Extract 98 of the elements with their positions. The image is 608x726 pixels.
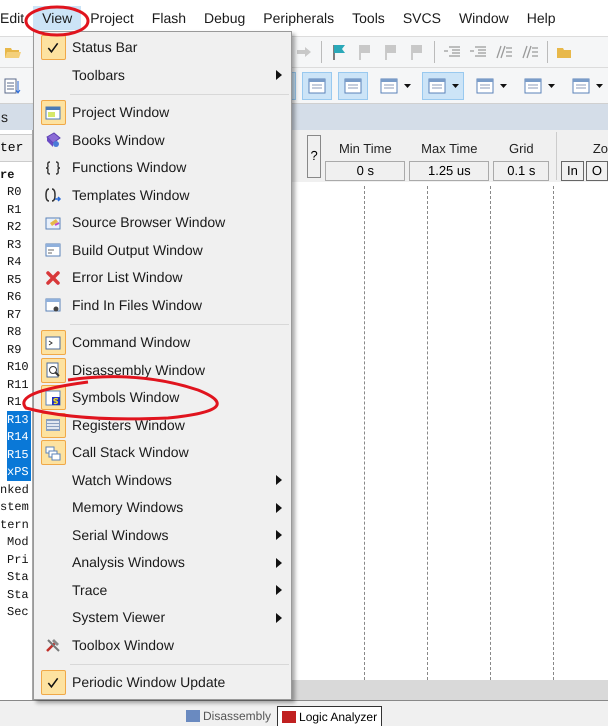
tree-item[interactable]: Sta [7,586,31,604]
submenu-arrow-icon [275,556,283,569]
check-icon [46,40,60,55]
menu-bar-item[interactable]: Window [450,6,518,30]
menu-item[interactable]: Project Window [34,99,291,126]
menu-item[interactable]: Symbols Window [34,384,291,412]
window-icon [475,76,495,94]
toolbar-button[interactable] [422,72,464,100]
menu-item[interactable]: Toolbars [34,62,291,89]
tab-icon [282,710,296,722]
tree-item[interactable]: R3 [7,236,24,254]
menu-item[interactable]: Books Window [34,126,291,154]
tree-item[interactable]: R10 [7,358,31,376]
output-window-icon [44,241,62,260]
help-button[interactable]: ? [307,134,322,178]
menu-item[interactable]: Trace [34,576,291,604]
tree-item[interactable]: R15 [7,446,31,464]
menu-bar-item[interactable]: Debug [195,6,254,30]
tree-item[interactable]: xPS [7,464,31,481]
window-icon [343,76,363,94]
find-window-icon [44,296,62,314]
field-label: Grid [509,140,534,158]
tree-item[interactable]: Sta [7,568,31,586]
window-icon [427,76,447,94]
submenu-arrow-icon [275,584,283,596]
time-field: 0 s [325,160,406,181]
window-icon [571,76,591,94]
submenu-arrow-icon [275,502,283,514]
toolbar-button[interactable] [302,72,332,100]
menu-item[interactable]: Serial Windows [34,522,291,549]
menu-item[interactable]: Toolbox Window [34,632,291,659]
panel-title: s [0,108,8,126]
zoom-label: Zo [592,140,608,158]
time-field: 1.25 us [409,160,490,181]
tree-item[interactable]: Mod [7,534,31,551]
menu-bar-item[interactable]: SVCS [394,6,450,30]
menu-bar-item[interactable]: Tools [343,6,394,30]
tab-icon [186,710,200,722]
menu-bar-item[interactable]: Help [518,6,565,30]
menu-bar-item[interactable]: Project [81,6,143,30]
menu-item[interactable]: System Viewer [34,604,291,632]
menu-item[interactable]: Call Stack Window [34,439,291,466]
toolbar-button[interactable] [338,72,368,100]
menu-item[interactable]: Registers Window [34,412,291,439]
menu-item[interactable]: Command Window [34,329,291,356]
tree-item[interactable]: re [0,166,14,184]
tree-item[interactable]: stem [0,498,29,516]
tree-item[interactable]: R2 [7,218,24,236]
menu-item[interactable]: Templates Window [34,182,291,209]
check-icon [46,676,60,690]
tab[interactable]: Logic Analyzer [277,706,382,726]
tools-icon [44,636,62,654]
time-field: 0.1 s [493,160,550,181]
braces-icon [44,158,62,177]
error-icon [44,268,62,287]
menu-item[interactable]: Functions Window [34,154,291,182]
tree-item[interactable]: R1 [7,394,24,411]
menu-item[interactable]: Periodic Window Update [34,669,291,696]
menu-item[interactable]: Memory Windows [34,494,291,522]
menu-item[interactable]: Disassembly Window [34,356,291,384]
tree-item[interactable]: nked [0,481,29,498]
menu-item[interactable]: Watch Windows [34,466,291,494]
tree-item[interactable]: R5 [7,271,24,288]
tree-item[interactable]: tern [0,516,29,534]
tree-item[interactable]: R1 [7,201,24,218]
menu-item[interactable]: Source Browser Window [34,209,291,236]
field-label: Min Time [338,140,392,158]
window-icon [307,76,327,94]
menu-bar-item[interactable]: Edit [0,6,34,30]
window-icon [523,76,543,94]
template-icon [44,186,62,204]
menu-bar-item[interactable]: Peripherals [254,6,344,30]
zoom-button[interactable]: In [561,160,584,181]
menu-item[interactable]: Find In Files Window [34,292,291,319]
tree-item[interactable]: R11 [7,376,31,394]
tree-item[interactable]: Pri [7,551,31,568]
field-label: Max Time [421,140,478,158]
window-icon [379,76,399,94]
tree-item[interactable]: R14 [7,428,31,446]
tree-item[interactable]: R0 [7,184,24,201]
column-header: ter [0,134,32,162]
tree-item[interactable]: R7 [7,306,24,324]
book-icon [44,131,62,150]
menu-item[interactable]: Analysis Windows [34,549,291,576]
tree-item[interactable]: R9 [7,341,24,358]
tree-item[interactable]: R8 [7,324,24,341]
menu-item[interactable]: Build Output Window [34,236,291,264]
submenu-arrow-icon [275,529,283,542]
submenu-arrow-icon [275,69,283,82]
tree-item[interactable]: R13 [7,411,31,428]
submenu-arrow-icon [275,474,283,486]
tree-item[interactable]: R4 [7,254,24,271]
tree-item[interactable]: R6 [7,288,24,306]
menu-bar-item[interactable]: Flash [142,6,196,30]
tree-item[interactable]: Sec [7,604,31,621]
menu-item[interactable]: Error List Window [34,264,291,292]
zoom-button[interactable]: O [586,160,608,181]
submenu-arrow-icon [275,612,283,624]
